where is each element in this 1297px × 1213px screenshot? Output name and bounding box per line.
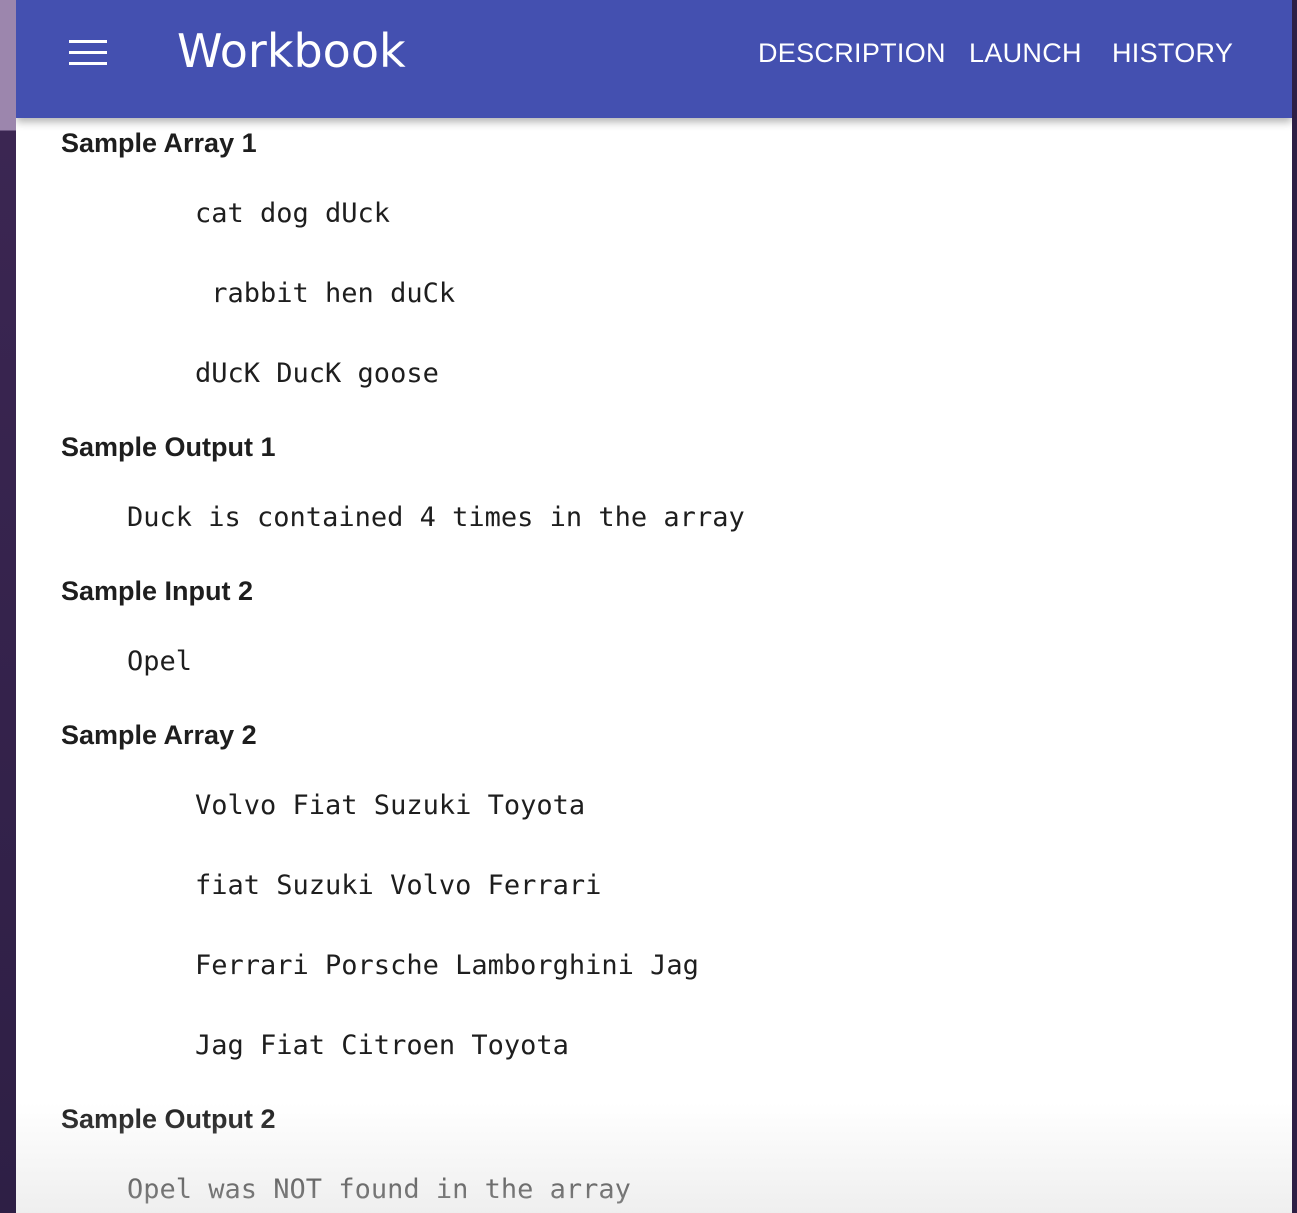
heading-sample-output-1: Sample Output 1 <box>61 432 276 462</box>
background-window <box>0 0 16 1213</box>
heading-sample-array-1: Sample Array 1 <box>61 128 257 158</box>
array-line: fiat Suzuki Volvo Ferrari <box>195 870 602 901</box>
output-text: Duck is contained 4 times in the array <box>127 502 745 533</box>
array-line: dUcK DucK goose <box>195 358 439 389</box>
app-title: Workbook <box>177 24 406 78</box>
workbook-card: Workbook DESCRIPTION LAUNCH HISTORY Samp… <box>16 0 1292 1213</box>
array-line: Jag Fiat Citroen Toyota <box>195 1030 569 1061</box>
array-line: Ferrari Porsche Lamborghini Jag <box>195 950 699 981</box>
hamburger-icon[interactable] <box>69 40 107 68</box>
heading-sample-array-2: Sample Array 2 <box>61 720 257 750</box>
nav-description[interactable]: DESCRIPTION <box>758 38 946 69</box>
nav-history[interactable]: HISTORY <box>1112 38 1233 69</box>
input-text: Opel <box>127 646 193 677</box>
array-line: cat dog dUck <box>195 198 391 229</box>
heading-sample-output-2: Sample Output 2 <box>61 1104 276 1134</box>
array-line: rabbit hen duCk <box>195 278 456 309</box>
heading-sample-input-2: Sample Input 2 <box>61 576 254 606</box>
array-line: Volvo Fiat Suzuki Toyota <box>195 790 586 821</box>
output-text: Opel was NOT found in the array <box>127 1174 631 1205</box>
nav-launch[interactable]: LAUNCH <box>969 38 1082 69</box>
app-bar: Workbook DESCRIPTION LAUNCH HISTORY <box>16 0 1292 118</box>
